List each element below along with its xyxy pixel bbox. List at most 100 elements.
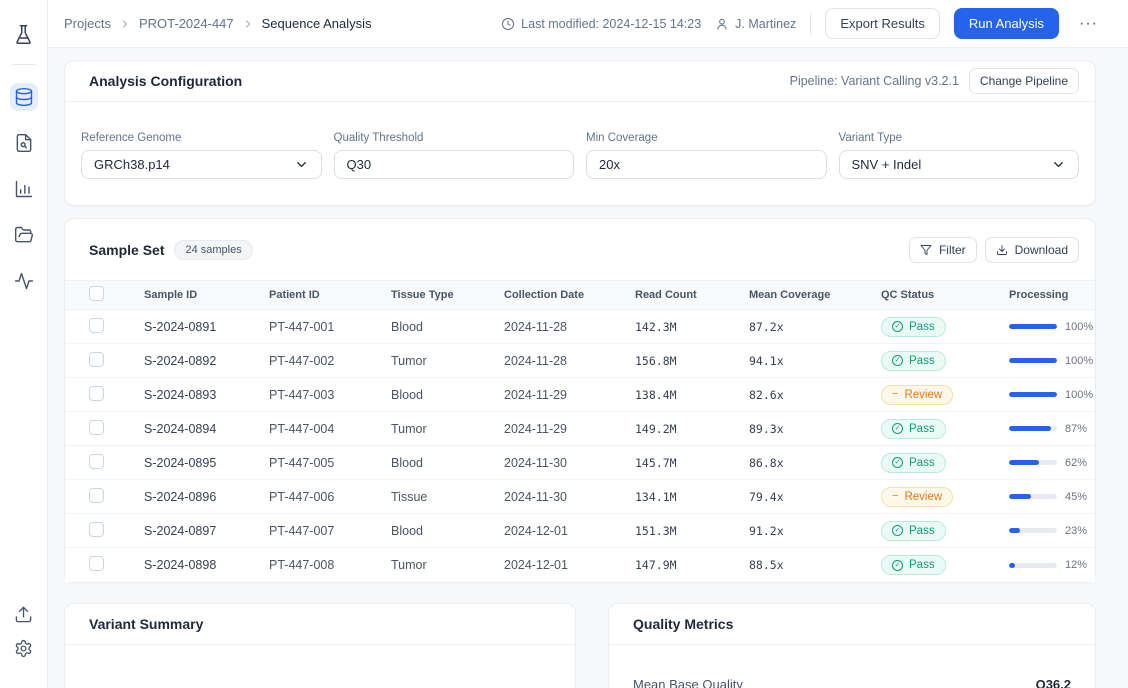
chevron-down-icon — [1051, 157, 1066, 172]
qc-status-label: Pass — [909, 355, 935, 367]
user-chip[interactable]: J. Martinez — [715, 17, 796, 31]
breadcrumb-projects[interactable]: Projects — [64, 16, 111, 31]
select-all-checkbox[interactable] — [89, 286, 104, 301]
filter-button[interactable]: Filter — [909, 237, 977, 263]
tissue-type-cell: Tissue — [391, 490, 504, 504]
collection-date-cell: 2024-11-28 — [504, 354, 635, 368]
run-analysis-button[interactable]: Run Analysis — [954, 8, 1059, 39]
quality-threshold-input[interactable] — [334, 150, 575, 179]
metric-label: Mean Base Quality — [633, 677, 743, 688]
variant-type-select[interactable]: SNV + Indel — [839, 150, 1080, 179]
row-checkbox[interactable] — [89, 386, 104, 401]
qc-status-badge: ✓ Pass — [881, 453, 946, 473]
flask-icon[interactable] — [10, 20, 38, 48]
row-checkbox[interactable] — [89, 352, 104, 367]
sidebar — [0, 0, 48, 688]
collection-date-cell: 2024-11-30 — [504, 456, 635, 470]
tissue-type-cell: Tumor — [391, 422, 504, 436]
patient-id-cell: PT-447-003 — [269, 388, 391, 402]
processing-cell: 100% — [1009, 355, 1095, 367]
collection-date-cell: 2024-11-28 — [504, 320, 635, 334]
collection-date-cell: 2024-11-29 — [504, 388, 635, 402]
progress-bar — [1009, 324, 1057, 329]
progress-bar-fill — [1009, 324, 1057, 329]
sample-set-title: Sample Set — [89, 242, 164, 258]
progress-bar — [1009, 426, 1057, 431]
min-coverage-input[interactable] — [586, 150, 827, 179]
qc-status-badge: ✓ Pass — [881, 521, 946, 541]
sample-id-cell: S-2024-0897 — [144, 524, 269, 538]
qc-status-badge: ✓ Pass — [881, 419, 946, 439]
pipeline-label: Pipeline: Variant Calling v3.2.1 — [790, 74, 959, 88]
progress-bar — [1009, 392, 1057, 397]
processing-cell: 100% — [1009, 389, 1095, 401]
table-row: S-2024-0895 PT-447-005 Blood 2024-11-30 … — [65, 446, 1095, 480]
download-button[interactable]: Download — [985, 237, 1079, 263]
row-checkbox[interactable] — [89, 488, 104, 503]
collection-date-cell: 2024-11-30 — [504, 490, 635, 504]
reference-genome-select[interactable]: GRCh38.p14 — [81, 150, 322, 179]
breadcrumb: Projects PROT-2024-447 Sequence Analysis — [64, 16, 372, 31]
patient-id-cell: PT-447-008 — [269, 558, 391, 572]
export-results-button[interactable]: Export Results — [825, 8, 940, 39]
row-checkbox[interactable] — [89, 420, 104, 435]
col-header-read-count: Read Count — [635, 289, 749, 301]
progress-percent-label: 62% — [1065, 457, 1087, 469]
mean-coverage-cell: 94.1x — [749, 354, 881, 368]
activity-icon — [14, 271, 34, 291]
upload-icon — [14, 605, 33, 624]
patient-id-cell: PT-447-001 — [269, 320, 391, 334]
sidebar-item-activity[interactable] — [10, 267, 38, 295]
sidebar-item-file-search[interactable] — [10, 129, 38, 157]
min-coverage-field: Min Coverage — [586, 132, 827, 179]
sidebar-item-settings[interactable] — [10, 634, 38, 662]
qc-status-badge: ✓ Pass — [881, 555, 946, 575]
progress-bar — [1009, 358, 1057, 363]
sidebar-item-charts[interactable] — [10, 175, 38, 203]
sidebar-item-upload[interactable] — [10, 600, 38, 628]
read-count-cell: 156.8M — [635, 354, 749, 368]
col-header-processing: Processing — [1009, 289, 1095, 301]
qc-status-label: Review — [904, 491, 942, 503]
progress-percent-label: 100% — [1065, 389, 1093, 401]
read-count-cell: 138.4M — [635, 388, 749, 402]
row-checkbox[interactable] — [89, 318, 104, 333]
variant-summary-card: Variant Summary — [64, 603, 576, 688]
variant-type-label: Variant Type — [839, 132, 1080, 144]
more-menu-button[interactable]: ··· — [1073, 11, 1104, 37]
download-icon — [996, 244, 1008, 256]
patient-id-cell: PT-447-006 — [269, 490, 391, 504]
bar-chart-icon — [14, 179, 34, 199]
sidebar-item-database[interactable] — [10, 83, 38, 111]
last-modified: Last modified: 2024-12-15 14:23 — [501, 17, 701, 31]
sidebar-item-files[interactable] — [10, 221, 38, 249]
variant-type-value: SNV + Indel — [852, 157, 922, 172]
row-checkbox[interactable] — [89, 556, 104, 571]
sample-id-cell: S-2024-0891 — [144, 320, 269, 334]
progress-percent-label: 45% — [1065, 491, 1087, 503]
change-pipeline-button[interactable]: Change Pipeline — [969, 68, 1079, 94]
tissue-type-cell: Blood — [391, 524, 504, 538]
progress-bar-fill — [1009, 358, 1057, 363]
sample-count-badge: 24 samples — [174, 240, 252, 260]
user-name: J. Martinez — [735, 17, 796, 31]
breadcrumb-project-id[interactable]: PROT-2024-447 — [139, 16, 234, 31]
table-row: S-2024-0897 PT-447-007 Blood 2024-12-01 … — [65, 514, 1095, 548]
row-checkbox[interactable] — [89, 454, 104, 469]
qc-status-icon: − — [892, 389, 898, 400]
read-count-cell: 145.7M — [635, 456, 749, 470]
progress-bar-fill — [1009, 563, 1015, 568]
sample-id-cell: S-2024-0896 — [144, 490, 269, 504]
run-analysis-label: Run Analysis — [969, 16, 1044, 31]
progress-bar — [1009, 494, 1057, 499]
qc-status-icon: ✓ — [892, 355, 903, 366]
read-count-cell: 151.3M — [635, 524, 749, 538]
clock-icon — [501, 17, 515, 31]
row-checkbox[interactable] — [89, 522, 104, 537]
qc-status-label: Review — [904, 389, 942, 401]
change-pipeline-label: Change Pipeline — [980, 74, 1068, 88]
top-bar: Projects PROT-2024-447 Sequence Analysis… — [48, 0, 1128, 48]
quality-threshold-label: Quality Threshold — [334, 132, 575, 144]
mean-coverage-cell: 88.5x — [749, 558, 881, 572]
qc-status-icon: ✓ — [892, 525, 903, 536]
